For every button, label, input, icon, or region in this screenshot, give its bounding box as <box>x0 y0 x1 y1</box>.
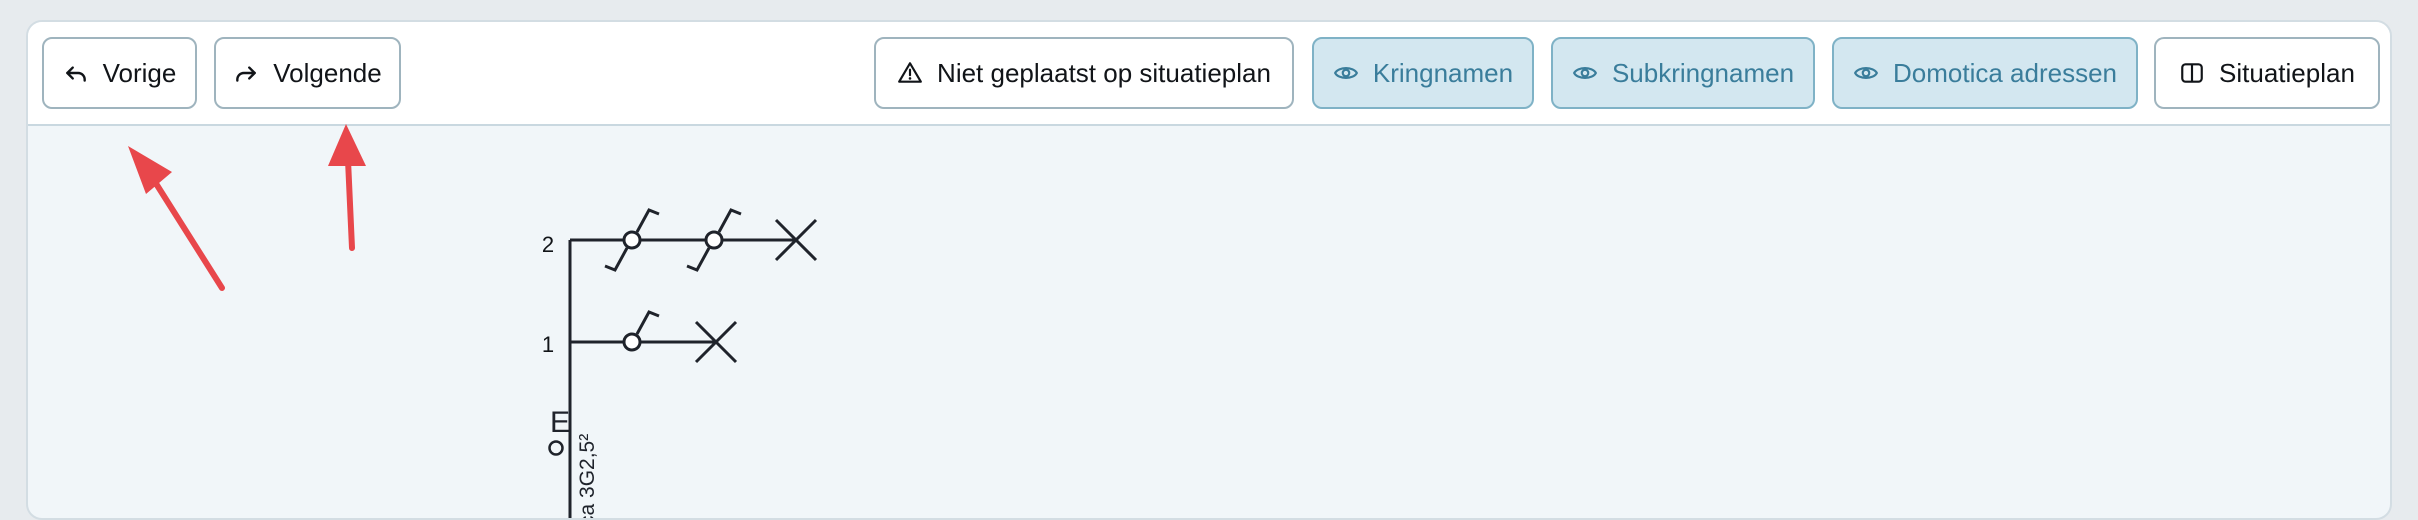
site-plan-button[interactable]: Situatieplan <box>2154 37 2380 109</box>
eye-icon <box>1853 67 1879 79</box>
previous-label: Vorige <box>102 57 177 88</box>
conduit-symbol <box>548 440 564 456</box>
single-line-diagram: 2 1 E ca 3G2,5² <box>542 208 818 520</box>
toggle-domotica-addresses-button[interactable]: Domotica adressen <box>1832 37 2138 109</box>
next-button[interactable]: Volgende <box>214 37 401 109</box>
subcircuit-names-label: Subkringnamen <box>1611 57 1795 88</box>
not-placed-on-site-plan-button[interactable]: Niet geplaatst op situatieplan <box>874 37 1294 109</box>
toolbar: Vorige Volgende Niet geplaatst op situat… <box>28 22 2390 126</box>
circuit-number-2: 2 <box>542 232 554 257</box>
circuit-names-label: Kringnamen <box>1372 57 1514 88</box>
schema-viewer: Vorige Volgende Niet geplaatst op situat… <box>26 20 2392 520</box>
reply-arrow-left-icon <box>65 66 86 82</box>
toggle-circuit-names-button[interactable]: Kringnamen <box>1312 37 1534 109</box>
eye-icon <box>1333 67 1358 79</box>
circuit-number-1: 1 <box>542 332 554 357</box>
switch-symbol <box>622 310 660 352</box>
schema-canvas[interactable]: 2 1 E ca 3G2,5² <box>28 126 2390 520</box>
earth-label: E <box>550 406 570 439</box>
forward-arrow-right-icon <box>236 66 257 82</box>
next-label: Volgende <box>273 57 382 88</box>
previous-button[interactable]: Vorige <box>42 37 197 109</box>
cable-label: ca 3G2,5² <box>576 434 599 520</box>
domotica-label: Domotica adressen <box>1893 57 2117 88</box>
split-columns-icon <box>2181 63 2203 83</box>
not-placed-label: Niet geplaatst op situatieplan <box>937 57 1271 88</box>
site-plan-label: Situatieplan <box>2219 57 2355 88</box>
eye-icon <box>1572 67 1597 79</box>
toggle-subcircuit-names-button[interactable]: Subkringnamen <box>1551 37 1815 109</box>
warning-triangle-icon <box>898 62 922 83</box>
